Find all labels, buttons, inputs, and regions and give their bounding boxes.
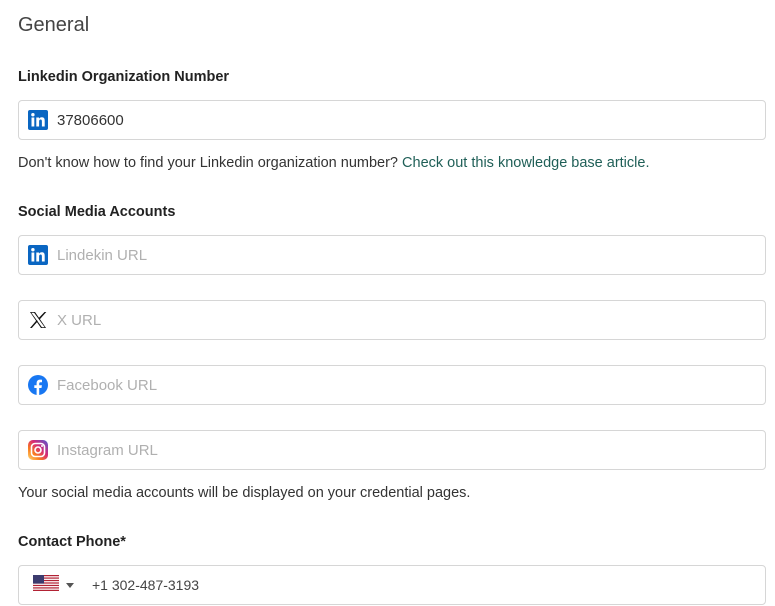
x-icon [28,310,48,330]
section-title: General [18,14,90,36]
contact-phone-input[interactable] [92,566,765,604]
country-code-select[interactable] [33,574,74,596]
chevron-down-icon [66,582,74,588]
facebook-url-field[interactable] [18,365,766,405]
x-url-field[interactable] [18,300,766,340]
contact-phone-label: Contact Phone* [18,534,126,550]
linkedin-org-field[interactable] [18,100,766,140]
x-url-input[interactable] [57,301,765,339]
contact-phone-field[interactable] [18,565,766,605]
instagram-url-input[interactable] [57,431,765,469]
instagram-url-field[interactable] [18,430,766,470]
facebook-icon [28,375,48,395]
linkedin-org-help: Don't know how to find your Linkedin org… [18,155,649,171]
linkedin-icon [28,245,48,265]
knowledge-base-link[interactable]: Check out this knowledge base article. [402,155,649,171]
instagram-icon [28,440,48,460]
social-media-help: Your social media accounts will be displ… [18,485,471,501]
linkedin-org-input[interactable] [57,101,765,139]
facebook-url-input[interactable] [57,366,765,404]
linkedin-org-label: Linkedin Organization Number [18,69,230,85]
social-media-label: Social Media Accounts [18,204,176,220]
general-settings-page: General Linkedin Organization Number Don… [0,0,775,606]
linkedin-org-help-text: Don't know how to find your Linkedin org… [18,155,403,171]
linkedin-url-input[interactable] [57,236,765,274]
linkedin-url-field[interactable] [18,235,766,275]
linkedin-icon [28,110,48,130]
us-flag-icon [33,574,59,596]
